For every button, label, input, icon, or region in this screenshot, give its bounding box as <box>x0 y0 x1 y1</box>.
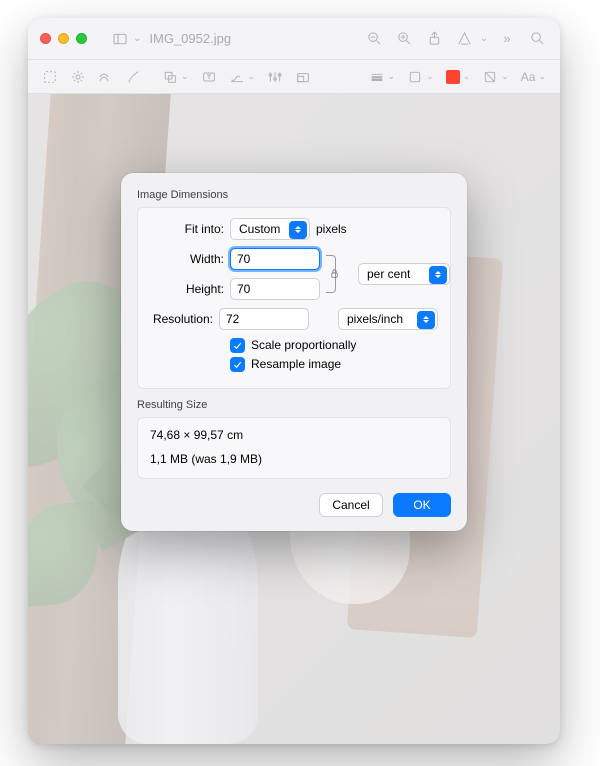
search-button[interactable] <box>526 27 548 51</box>
wh-unit-select[interactable]: per cent <box>358 263 450 285</box>
markup-toolbar: ⌄ ⌄ ⌄ ⌄ ⌄ ⌄ Aa⌄ <box>28 60 560 94</box>
line-style-icon[interactable]: ⌄ <box>369 69 396 85</box>
chevron-down-icon[interactable]: ⌄ <box>133 33 141 44</box>
shape-style-icon[interactable]: ⌄ <box>482 69 509 85</box>
adjust-color-icon[interactable] <box>267 69 283 85</box>
minimize-window-button[interactable] <box>58 33 69 44</box>
checkbox-checked-icon <box>230 338 245 353</box>
section-title: Image Dimensions <box>137 189 451 201</box>
dimensions-panel: Fit into: Custom pixels Width: Height: <box>137 207 451 389</box>
resolution-unit-select[interactable]: pixels/inch <box>338 308 438 330</box>
fit-into-unit: pixels <box>316 222 347 236</box>
close-window-button[interactable] <box>40 33 51 44</box>
draw-icon[interactable] <box>126 69 142 85</box>
window-controls <box>40 33 87 44</box>
resulting-size-panel: 74,68 × 99,57 cm 1,1 MB (was 1,9 MB) <box>137 417 451 479</box>
cancel-button[interactable]: Cancel <box>319 493 383 517</box>
selection-tool-icon[interactable] <box>42 69 58 85</box>
zoom-window-button[interactable] <box>76 33 87 44</box>
ok-button[interactable]: OK <box>393 493 451 517</box>
sign-icon[interactable]: ⌄ <box>229 69 256 85</box>
overflow-button[interactable]: » <box>496 27 518 51</box>
app-window: ⌄ IMG_0952.jpg ⌄ » ⌄ ⌄ ⌄ ⌄ ⌄ ⌄ <box>28 18 560 744</box>
document-title: IMG_0952.jpg <box>149 31 231 46</box>
height-label: Height: <box>150 282 224 296</box>
sidebar-toggle-icon[interactable] <box>111 30 129 48</box>
checkbox-checked-icon <box>230 357 245 372</box>
shapes-icon[interactable]: ⌄ <box>162 69 189 85</box>
font-icon[interactable]: Aa⌄ <box>521 70 546 84</box>
width-field[interactable] <box>230 248 320 270</box>
adjust-size-dialog: Image Dimensions Fit into: Custom pixels… <box>121 173 467 531</box>
fill-color-picker[interactable]: ⌄ <box>446 70 471 84</box>
width-label: Width: <box>150 252 224 266</box>
zoom-out-button[interactable] <box>364 27 386 51</box>
chevron-down-icon[interactable]: ⌄ <box>480 33 488 44</box>
fit-into-label: Fit into: <box>150 222 224 236</box>
resample-image-checkbox[interactable]: Resample image <box>230 357 438 372</box>
height-field[interactable] <box>230 278 320 300</box>
resulting-filesize: 1,1 MB (was 1,9 MB) <box>150 452 438 466</box>
resulting-size-label: Resulting Size <box>137 399 451 411</box>
text-icon[interactable] <box>201 69 217 85</box>
title-bar: ⌄ IMG_0952.jpg ⌄ » <box>28 18 560 60</box>
instant-alpha-icon[interactable] <box>70 69 86 85</box>
markup-button[interactable] <box>454 27 476 51</box>
resulting-dimensions: 74,68 × 99,57 cm <box>150 428 438 442</box>
fit-into-select[interactable]: Custom <box>230 218 310 240</box>
share-button[interactable] <box>424 27 446 51</box>
border-color-icon[interactable]: ⌄ <box>407 69 434 85</box>
adjust-size-icon[interactable] <box>295 69 311 85</box>
zoom-in-button[interactable] <box>394 27 416 51</box>
lock-icon <box>328 267 341 280</box>
resolution-field[interactable] <box>219 308 309 330</box>
resolution-label: Resolution: <box>150 312 213 326</box>
proportions-lock <box>326 255 336 293</box>
scale-proportionally-checkbox[interactable]: Scale proportionally <box>230 338 438 353</box>
sketch-icon[interactable] <box>98 69 114 85</box>
